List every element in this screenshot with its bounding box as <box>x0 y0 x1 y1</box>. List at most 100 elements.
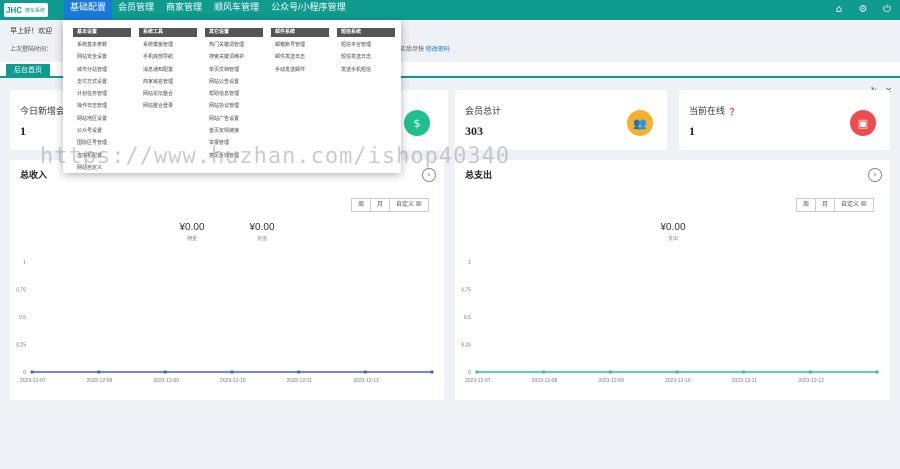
data-point <box>30 370 34 374</box>
menu-item[interactable]: 系统基本参数 <box>73 39 131 51</box>
data-point <box>875 370 879 374</box>
x-tick-label: 2023-12-12 <box>798 378 824 384</box>
data-point <box>430 370 434 374</box>
menu-item[interactable]: 发送手机短信 <box>337 64 395 76</box>
income-chart: 0 0.25 0.5 0.75 1 2023-12-07 2023-12-08 2023-12… <box>16 260 434 384</box>
x-tick-label: 2023-12-08 <box>87 378 113 384</box>
stat-value: 1 <box>689 124 695 138</box>
y-tick-label: 0.5 <box>464 315 471 321</box>
menu-item[interactable]: 网站论坛整合 <box>139 88 197 100</box>
nav-ride-manage[interactable]: 顺风车管理 <box>208 0 265 20</box>
nav-merchant-manage[interactable]: 商家管理 <box>160 0 208 20</box>
menu-item[interactable]: 支付方式设置 <box>73 76 131 88</box>
menu-item[interactable]: 网站公告设置 <box>205 76 263 88</box>
stat-title: 当前在线 ❓ <box>689 104 736 117</box>
menu-item[interactable]: 公众号设置 <box>73 125 131 137</box>
menu-item[interactable]: 邮箱账号管理 <box>271 39 329 51</box>
y-tick-label: 0.5 <box>19 315 26 321</box>
nav-basic-config[interactable]: 基础配置 <box>64 0 113 20</box>
x-tick-label: 2023-12-11 <box>287 378 312 384</box>
menu-item[interactable]: 帮助信息管理 <box>205 88 263 100</box>
y-tick-label: 0.75 <box>16 288 26 294</box>
y-tick-label: 0.25 <box>461 343 471 349</box>
expense-card: 总支出 › 周 月 自定义 ▦ ¥0.00 支出 0 0.25 0.5 0.75 1 20… <box>455 160 890 400</box>
stat-card-online: 当前在线 ❓ 1 ▣ <box>679 90 890 150</box>
menu-head: 短信系统 <box>337 28 395 37</box>
menu-item[interactable]: 国际区号管理 <box>73 137 131 149</box>
greeting: 早上好！欢迎 <box>10 28 52 35</box>
menu-item[interactable]: 首页友情链接 <box>205 125 263 137</box>
logo-mark: JHC <box>6 5 23 15</box>
monitor-icon: ▣ <box>850 110 876 136</box>
stat-title: 今日新增会 <box>20 106 66 116</box>
menu-col-email: 邮件系统 邮箱账号管理 邮件发送日志 手动发送邮件 <box>271 28 329 76</box>
x-tick-label: 2023-12-07 <box>20 378 46 384</box>
data-point <box>808 370 812 374</box>
menu-head: 其它设置 <box>205 28 263 37</box>
top-icons: ⌂ ⚙ ⏻ <box>832 3 894 17</box>
menu-item[interactable]: 邮件发送日志 <box>271 51 329 63</box>
income-card: 总收入 › 周 月 自定义 ▦ ¥0.00 佣金 ¥0.00 充值 0 0.25 0… <box>10 160 444 400</box>
stat-value: 303 <box>465 124 483 138</box>
menu-item[interactable]: 网站自定义 <box>73 162 131 174</box>
menu-item[interactable]: 意见反馈管理 <box>205 150 263 162</box>
menu-item[interactable]: 单页文档管理 <box>205 64 263 76</box>
menu-item[interactable]: 城市分站管理 <box>73 64 131 76</box>
change-password-link[interactable]: 修改密码 <box>426 47 450 53</box>
y-tick-label: 1 <box>23 260 26 266</box>
menu-head: 系统工具 <box>139 28 197 37</box>
logo-text: 微车系统 <box>25 7 46 14</box>
power-icon[interactable]: ⏻ <box>880 3 894 17</box>
menu-item[interactable]: 手动发送邮件 <box>271 64 329 76</box>
menu-item[interactable]: 商家域名管理 <box>139 76 197 88</box>
help-icon[interactable]: ❓ <box>728 109 737 116</box>
y-tick-label: 0.25 <box>16 343 26 349</box>
x-tick-label: 2023-12-07 <box>465 378 491 384</box>
menu-item[interactable]: 计划任务管理 <box>73 88 131 100</box>
menu-item[interactable]: 热门关键词管理 <box>205 39 263 51</box>
menu-item[interactable]: 网站地区设置 <box>73 113 131 125</box>
gear-icon[interactable]: ⚙ <box>856 3 870 17</box>
x-tick-label: 2023-12-09 <box>153 378 179 384</box>
basic-config-dropdown: 基本设置 系统基本参数 网站安全设置 城市分站管理 支付方式设置 计划任务管理 … <box>63 20 401 173</box>
last-login-tail: 实后尽快 修改密码 <box>400 44 450 53</box>
data-point <box>542 370 546 374</box>
stat-value: 1 <box>20 124 26 138</box>
menu-item[interactable]: 网站协议管理 <box>205 100 263 112</box>
menu-item[interactable]: 网站广告设置 <box>205 113 263 125</box>
nav-official-account[interactable]: 公众号/小程序管理 <box>265 0 352 20</box>
y-tick-label: 0.75 <box>461 288 471 294</box>
x-tick-label: 2023-12-10 <box>665 378 691 384</box>
nav-member-manage[interactable]: 会员管理 <box>112 0 160 20</box>
menu-item[interactable]: 虚拟机配置 <box>73 150 131 162</box>
menu-item[interactable]: 操作日志管理 <box>73 100 131 112</box>
data-point <box>363 370 367 374</box>
data-point <box>97 370 101 374</box>
logo[interactable]: JHC 微车系统 <box>4 3 48 17</box>
menu-item[interactable]: 短信平台管理 <box>337 39 395 51</box>
menu-item[interactable]: 短信发送日志 <box>337 51 395 63</box>
data-point <box>675 370 679 374</box>
menu-col-other: 其它设置 热门关键词管理 搜索关键词维护 单页文档管理 网站公告设置 帮助信息管… <box>205 28 263 162</box>
x-tick-label: 2023-12-12 <box>353 378 379 384</box>
menu-item[interactable]: 网站安全设置 <box>73 51 131 63</box>
x-tick-label: 2023-12-10 <box>220 378 246 384</box>
menu-item[interactable]: 网站整合登录 <box>139 100 197 112</box>
menu-col-sms: 短信系统 短信平台管理 短信发送日志 发送手机短信 <box>337 28 395 76</box>
data-point <box>475 370 479 374</box>
menu-item[interactable]: 消息通知配置 <box>139 64 197 76</box>
data-point <box>230 370 234 374</box>
menu-item[interactable]: 搜索关键词维护 <box>205 51 263 63</box>
menu-item[interactable]: 手机底部导航 <box>139 51 197 63</box>
tab-home[interactable]: 后台首页 <box>6 64 50 78</box>
data-point <box>608 370 612 374</box>
stat-title: 会员总计 <box>465 106 502 116</box>
data-point <box>297 370 301 374</box>
menu-head: 基本设置 <box>73 28 131 37</box>
menu-item[interactable]: 系统模板管理 <box>139 39 197 51</box>
y-tick-label: 1 <box>468 260 471 266</box>
menu-head: 邮件系统 <box>271 28 329 37</box>
y-tick-label: 0 <box>468 370 471 376</box>
home-icon[interactable]: ⌂ <box>832 3 846 17</box>
menu-item[interactable]: 举报管理 <box>205 137 263 149</box>
